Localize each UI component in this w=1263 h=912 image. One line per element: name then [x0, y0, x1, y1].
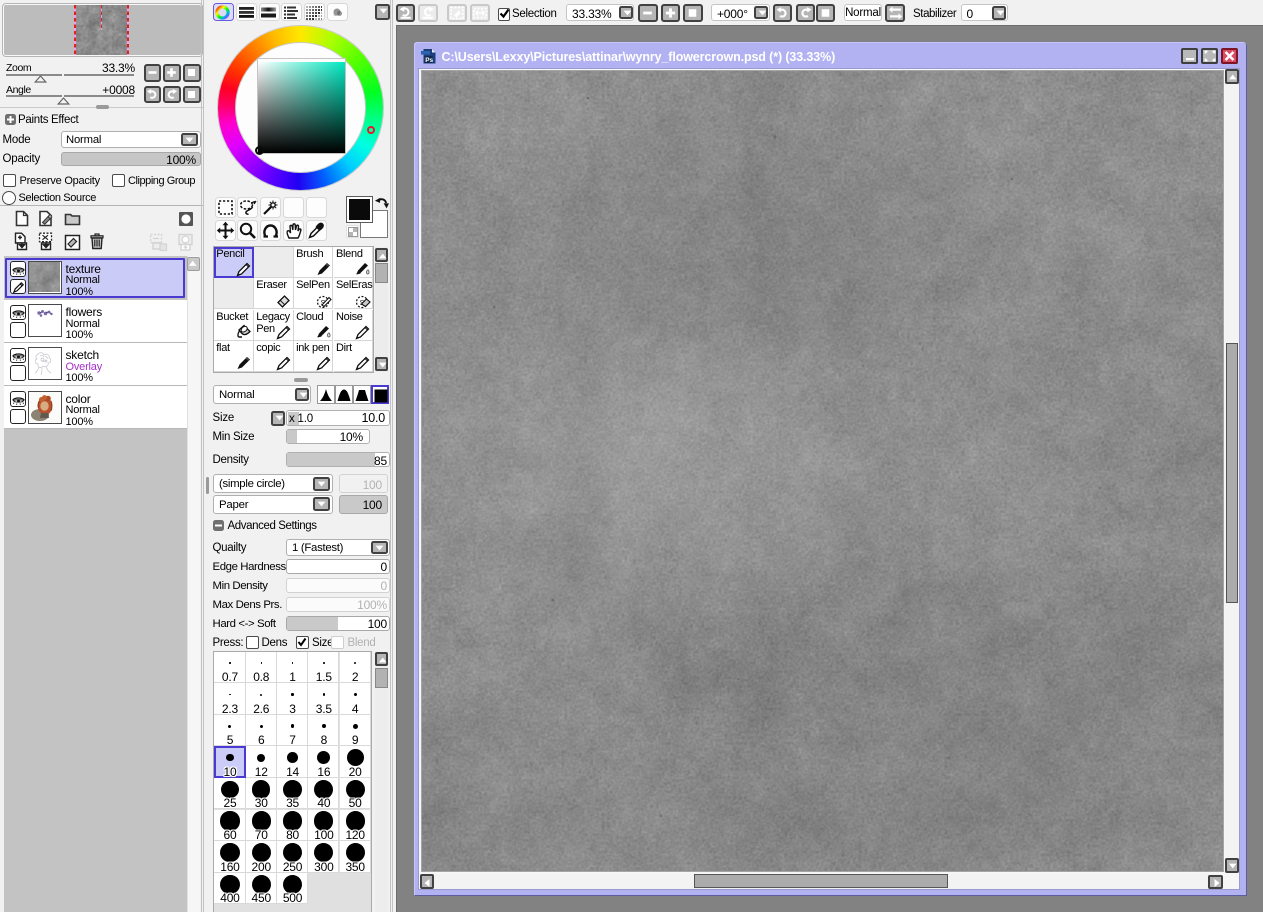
svg-text:Ps: Ps [425, 57, 433, 64]
